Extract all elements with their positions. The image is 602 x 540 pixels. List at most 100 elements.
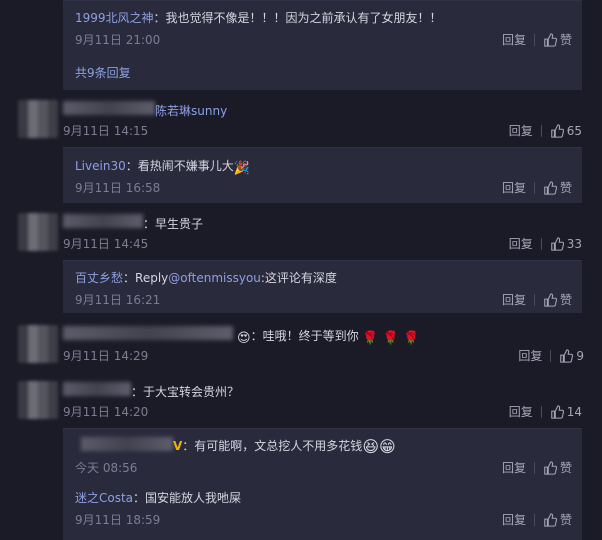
avatar[interactable] [18, 325, 58, 363]
emoji: 🎉 [233, 161, 250, 176]
reply-button[interactable]: 回复 [509, 122, 533, 139]
reply-username[interactable]: 百丈乡愁 [75, 271, 123, 285]
reply-timestamp: 今天 08:56 [75, 461, 138, 475]
reply-text: 1999北风之神：我也觉得不像是！！！因为之前承认有了女朋友！！ [75, 9, 442, 26]
reply-content: ：有可能啊，文总挖人不用多花钱 [182, 439, 363, 453]
reply-button[interactable]: 回复 [502, 511, 526, 528]
reply-box-1: 1999北风之神：我也觉得不像是！！！因为之前承认有了女朋友！！ 9月11日 2… [63, 0, 582, 90]
like-label: 赞 [559, 181, 572, 195]
reply-button[interactable]: 回复 [509, 235, 533, 252]
comment-actions: 回复 33 [509, 235, 582, 252]
comment-actions: 回复 9 [518, 347, 584, 364]
comment-item: 陈若琳sunny 9月11日 14:15 回复 65 [0, 100, 602, 140]
reply-item: Livein30：看热闹不嫌事儿大🎉 9月11日 16:58 回复 赞 [75, 157, 572, 197]
reply-box-3: 百丈乡愁：Reply@oftenmissyou:这评论有深度 9月11日 16:… [63, 260, 582, 313]
divider [540, 124, 542, 137]
reply-button[interactable]: 回复 [509, 403, 533, 420]
reply-item: 百丈乡愁：Reply@oftenmissyou:这评论有深度 9月11日 16:… [75, 269, 572, 309]
reply-timestamp: 9月11日 18:59 [75, 513, 161, 527]
reply-item: 1999北风之神：我也觉得不像是！！！因为之前承认有了女朋友！！ 9月11日 2… [75, 9, 572, 49]
like-label: 赞 [559, 513, 572, 527]
divider [533, 513, 535, 526]
avatar[interactable] [18, 381, 58, 419]
reply-actions: 回复 赞 [502, 511, 572, 528]
comment-item: 😍：哇哦！终于等到你 🌹 🌹 🌹 9月11日 14:29 回复 9 [0, 325, 602, 365]
like-button[interactable]: 赞 [543, 179, 572, 196]
reply-button[interactable]: 回复 [502, 291, 526, 308]
reply-button[interactable]: 回复 [502, 179, 526, 196]
reply-username[interactable]: 迷之Costa [75, 491, 133, 505]
emoji: 😍 [237, 331, 251, 346]
username-blurred [81, 437, 173, 451]
comment-username[interactable]: 陈若琳sunny [155, 102, 227, 119]
reply-timestamp: 9月11日 16:21 [75, 293, 161, 307]
reply-actions: 回复 赞 [502, 179, 572, 196]
comment-timestamp: 9月11日 14:20 [63, 405, 149, 419]
reply-timestamp: 9月11日 16:58 [75, 181, 161, 195]
thumbs-up-icon [550, 404, 564, 419]
reply-username[interactable]: 1999北风之神 [75, 11, 154, 25]
mention-link[interactable]: @oftenmissyou [168, 271, 261, 285]
like-label: 赞 [559, 293, 572, 307]
verified-badge: V [173, 439, 183, 453]
reply-button[interactable]: 回复 [518, 347, 542, 364]
thumbs-up-icon [544, 32, 557, 47]
reply-actions: 回复 赞 [502, 459, 572, 476]
reply-content: ：国安能放人我吔屎 [133, 491, 242, 505]
username-blurred [63, 101, 155, 115]
comment-content: 😍：哇哦！终于等到你 🌹 🌹 🌹 [237, 329, 420, 346]
comment-timestamp: 9月11日 14:15 [63, 124, 149, 138]
like-label: 赞 [559, 33, 572, 47]
reply-actions: 回复 赞 [502, 291, 572, 308]
like-button[interactable]: 赞 [543, 459, 572, 476]
username-blurred [63, 214, 143, 228]
reply-timestamp: 9月11日 21:00 [75, 33, 161, 47]
comment-timestamp: 9月11日 14:45 [63, 237, 149, 251]
like-count: 33 [566, 236, 582, 251]
comment-actions: 回复 65 [509, 122, 582, 139]
like-button[interactable]: 9 [559, 349, 584, 363]
like-count: 9 [576, 348, 584, 363]
divider [533, 33, 535, 46]
reply-text: 百丈乡愁：Reply@oftenmissyou:这评论有深度 [75, 269, 337, 286]
reply-content: ：看热闹不嫌事儿大 [125, 159, 234, 173]
reply-text: Livein30：看热闹不嫌事儿大🎉 [75, 157, 250, 176]
rose-emojis: 🌹 🌹 🌹 [362, 331, 420, 346]
comment-item: ：早生贵子 9月11日 14:45 回复 33 [0, 213, 602, 253]
like-button[interactable]: 33 [550, 237, 582, 251]
divider [533, 181, 535, 194]
like-button[interactable]: 赞 [543, 511, 572, 528]
divider [533, 461, 535, 474]
more-replies-link[interactable]: 共9条回复 [75, 64, 131, 81]
reply-button[interactable]: 回复 [502, 459, 526, 476]
like-count: 14 [566, 404, 582, 419]
like-button[interactable]: 14 [550, 405, 582, 419]
divider [533, 293, 535, 306]
comment-content: ：于大宝转会贵州？ [131, 385, 240, 399]
like-label: 赞 [559, 461, 572, 475]
comment-content: ：早生贵子 [143, 217, 204, 231]
reply-username[interactable]: Livein30 [75, 159, 126, 173]
thumbs-up-icon [544, 180, 557, 195]
comment-actions: 回复 14 [509, 403, 582, 420]
divider [540, 237, 542, 250]
reply-item: V：有可能啊，文总挖人不用多花钱😆😁 今天 08:56 回复 赞 [75, 435, 572, 479]
avatar[interactable] [18, 100, 58, 138]
reply-content: :这评论有深度 [260, 271, 337, 285]
thumbs-up-icon [550, 123, 564, 138]
reply-item: 迷之Costa：国安能放人我吔屎 9月11日 18:59 回复 赞 [75, 489, 572, 529]
username-blurred [63, 382, 131, 396]
like-button[interactable]: 赞 [543, 31, 572, 48]
emoji: 😆😁 [362, 437, 396, 456]
reply-actions: 回复 赞 [502, 31, 572, 48]
like-button[interactable]: 65 [550, 124, 582, 138]
like-count: 65 [566, 123, 582, 138]
reply-content: ：我也觉得不像是！！！因为之前承认有了女朋友！！ [153, 11, 442, 25]
reply-button[interactable]: 回复 [502, 31, 526, 48]
avatar[interactable] [18, 213, 58, 251]
comment-timestamp: 9月11日 14:29 [63, 349, 149, 363]
thumbs-up-icon [550, 236, 564, 251]
divider [540, 405, 542, 418]
thumbs-up-icon [544, 512, 557, 527]
like-button[interactable]: 赞 [543, 291, 572, 308]
